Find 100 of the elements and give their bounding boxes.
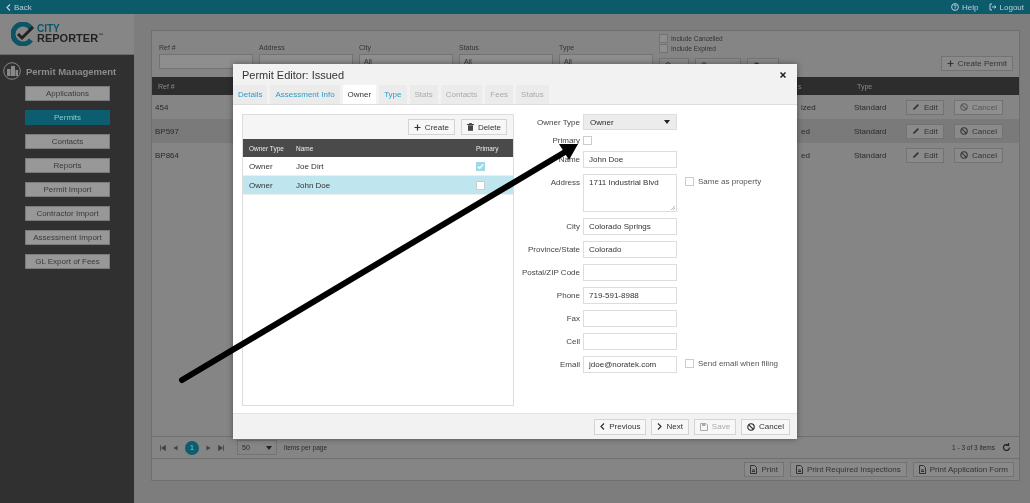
document-icon <box>750 465 758 474</box>
close-icon <box>780 71 786 78</box>
cancel-button[interactable]: Cancel <box>954 147 1003 163</box>
input-field[interactable]: Colorado <box>583 241 677 258</box>
field-label: Address <box>549 177 580 187</box>
print-button[interactable]: Print <box>744 462 784 477</box>
edit-button[interactable]: Edit <box>906 99 944 115</box>
print-button[interactable]: Print Application Form <box>912 462 1014 477</box>
checkbox[interactable] <box>659 44 668 53</box>
next-page-icon[interactable] <box>206 444 211 451</box>
chevron-left-icon <box>6 3 11 11</box>
help-icon <box>951 3 960 11</box>
table-cell-text: ed <box>800 150 810 160</box>
input-field[interactable]: jdoe@noratek.com <box>583 356 677 373</box>
field-label: Email <box>559 359 580 369</box>
create-button[interactable]: Create <box>407 119 455 135</box>
table-cell-text: 454 <box>154 102 169 112</box>
sidebar-item[interactable]: GL Export of Fees <box>25 254 110 269</box>
chevron-left-icon <box>600 423 606 430</box>
table-cell-text: ed <box>800 126 810 136</box>
tab[interactable]: Owner <box>342 85 377 104</box>
dialog-title: Permit Editor: Issued <box>242 68 345 81</box>
checkbox[interactable] <box>659 34 668 43</box>
first-page-icon[interactable] <box>160 444 166 451</box>
input-field[interactable] <box>583 310 677 327</box>
sidebar-item[interactable]: Assessment Import <box>25 230 110 245</box>
print-button[interactable]: Print Required Inspections <box>789 462 907 477</box>
tab[interactable]: Assessment Info <box>270 85 340 104</box>
chevron-right-icon <box>657 423 663 430</box>
back-link[interactable]: Back <box>6 2 32 12</box>
primary-checkbox[interactable] <box>476 180 485 190</box>
table-cell-text: John Doe <box>295 180 332 190</box>
field-label: Cell <box>565 336 580 346</box>
table-cell-text: Owner <box>248 161 274 171</box>
logo-reporter-text: REPORTER$^{™}$ <box>37 33 104 44</box>
dropdown-caret-icon <box>664 120 670 124</box>
logo-city-text: CITY <box>37 24 60 34</box>
input-field[interactable] <box>583 333 677 350</box>
table-cell-text: Joe Dirt <box>295 161 325 171</box>
input-field[interactable]: 719-591-8988 <box>583 287 677 304</box>
sidebar-heading: Permit Management <box>26 65 117 77</box>
input-field[interactable] <box>583 264 677 281</box>
sidebar-item[interactable]: Reports <box>25 158 110 173</box>
create-permit-button[interactable]: Create Permit <box>940 56 1013 71</box>
buildings-icon <box>3 62 21 80</box>
owner-row[interactable]: Owner John Doe <box>243 176 513 195</box>
help-link[interactable]: Help <box>951 2 979 12</box>
sidebar-item[interactable]: Contractor Import <box>25 206 110 221</box>
close-button[interactable] <box>779 70 787 79</box>
resize-grip-icon[interactable] <box>670 205 675 210</box>
table-cell-text: Standard <box>853 150 887 160</box>
primary-checkbox[interactable] <box>476 161 485 171</box>
pencil-icon <box>912 151 920 159</box>
edit-button[interactable]: Edit <box>906 147 944 163</box>
checkbox-label: Send email when filing <box>698 359 779 368</box>
next-button[interactable]: Next <box>651 418 689 435</box>
pencil-icon <box>912 127 920 135</box>
filter-field[interactable] <box>159 54 253 69</box>
table-cell-text: ized <box>800 102 816 112</box>
input-field[interactable]: John Doe <box>583 151 677 168</box>
field-label: Fax <box>565 313 580 323</box>
table-cell-text: Owner <box>248 180 274 190</box>
plus-icon <box>413 123 421 131</box>
delete-button[interactable]: Delete <box>460 119 507 135</box>
text-area[interactable]: 1711 Industrial Blvd <box>583 174 677 212</box>
owner-type-dropdown[interactable]: Owner <box>583 114 677 130</box>
ban-icon <box>960 127 968 135</box>
tab[interactable]: Details <box>233 85 268 104</box>
logout-link[interactable]: Logout <box>988 2 1024 12</box>
field-label: City <box>565 221 580 231</box>
dropdown-caret-icon <box>266 445 272 450</box>
ban-icon <box>747 422 756 431</box>
table-cell-text: Standard <box>853 102 887 112</box>
logout-icon <box>988 3 997 11</box>
ban-icon <box>960 151 968 159</box>
field-label: Province/State <box>526 244 580 254</box>
sidebar-item[interactable]: Applications <box>25 86 110 101</box>
sidebar-item[interactable]: Permits <box>25 110 110 125</box>
field-label: Postal/ZIP Code <box>520 267 580 277</box>
table-cell-text: BP597 <box>154 126 180 136</box>
input-field[interactable]: Colorado Springs <box>583 218 677 235</box>
trash-icon <box>466 123 474 131</box>
previous-page-icon[interactable] <box>173 444 178 451</box>
last-page-icon[interactable] <box>218 444 224 451</box>
field-label: Primary <box>551 136 580 145</box>
sidebar-item[interactable]: Contacts <box>25 134 110 149</box>
tab[interactable]: Type <box>379 85 407 104</box>
logo-mark-icon <box>11 22 35 46</box>
document-icon <box>795 465 803 474</box>
table-cell-text: BP864 <box>154 150 180 160</box>
field-label: Owner Type <box>536 117 580 127</box>
table-cell-text: Standard <box>853 126 887 136</box>
cancel-button[interactable]: Cancel <box>741 418 790 435</box>
sidebar-item[interactable]: Permit Import <box>25 182 110 197</box>
plus-icon <box>946 60 954 67</box>
edit-button[interactable]: Edit <box>906 123 944 139</box>
checkbox-label: Same as property <box>698 177 762 186</box>
previous-button[interactable]: Previous <box>594 418 647 435</box>
field-label: Phone <box>555 290 580 300</box>
cancel-button[interactable]: Cancel <box>954 123 1003 139</box>
